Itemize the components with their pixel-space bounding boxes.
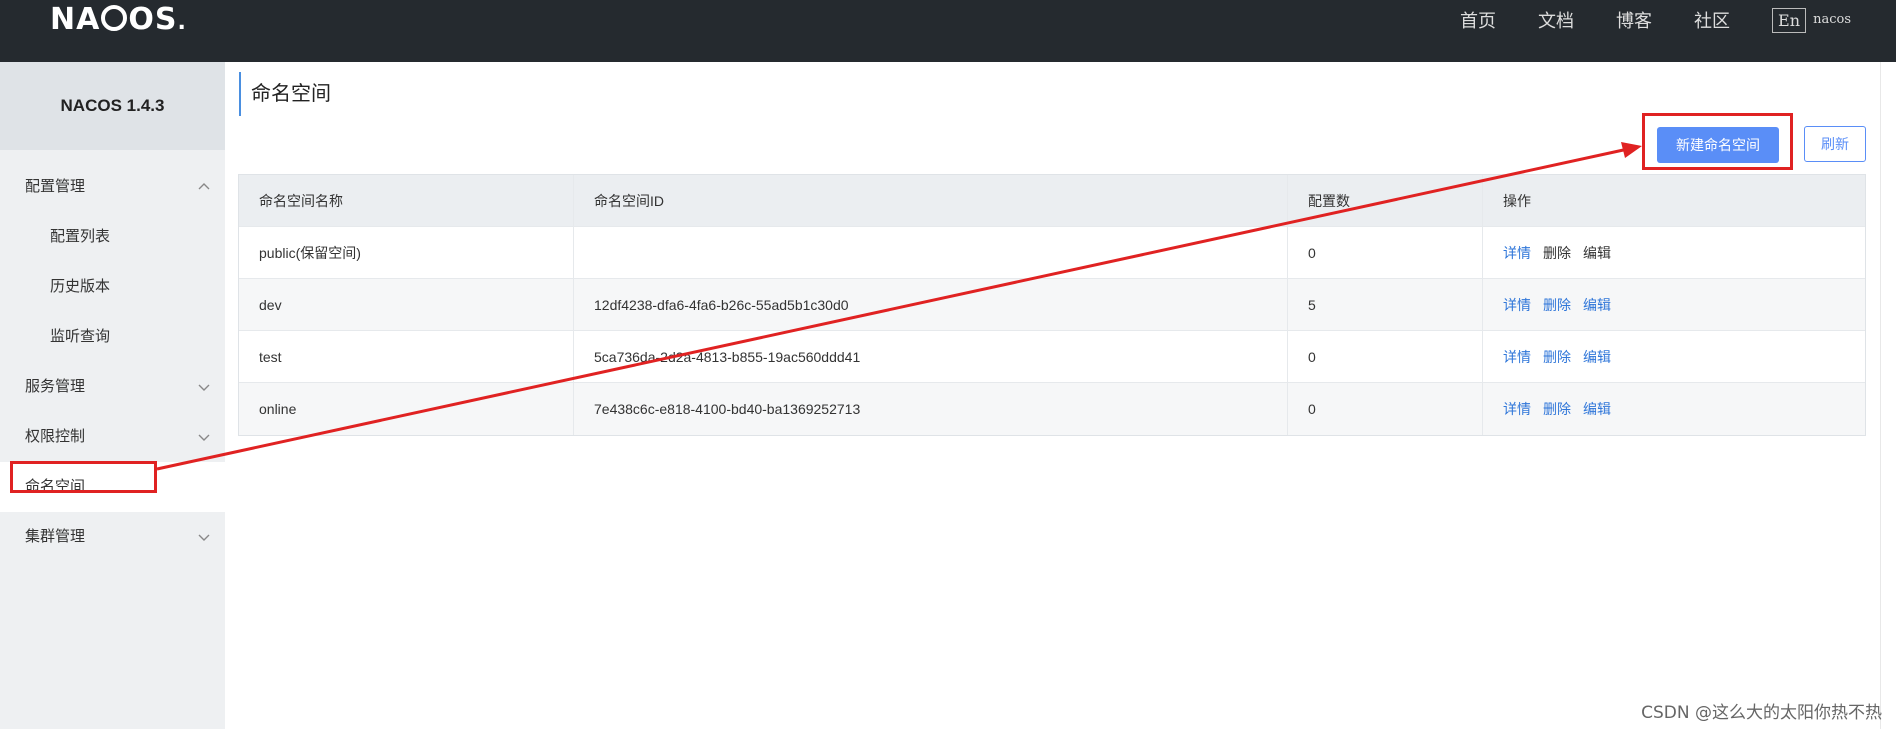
edit-link[interactable]: 编辑 bbox=[1583, 243, 1611, 263]
sidebar-item-config-management[interactable]: 配置管理 bbox=[0, 162, 225, 212]
language-toggle-button[interactable]: En bbox=[1772, 7, 1806, 33]
namespace-name: online bbox=[239, 383, 574, 435]
table-row: public(保留空间) 0 详情 删除 编辑 bbox=[239, 227, 1865, 279]
sidebar-item-label: 历史版本 bbox=[50, 278, 111, 295]
config-count: 0 bbox=[1288, 383, 1483, 435]
column-header-count: 配置数 bbox=[1288, 175, 1483, 226]
edit-link[interactable]: 编辑 bbox=[1583, 399, 1611, 419]
config-count: 0 bbox=[1288, 227, 1483, 278]
detail-link[interactable]: 详情 bbox=[1503, 295, 1531, 315]
chevron-down-icon bbox=[197, 512, 211, 562]
column-header-id: 命名空间ID bbox=[574, 175, 1288, 226]
chevron-down-icon bbox=[197, 362, 211, 412]
nav-blog-link[interactable]: 博客 bbox=[1616, 7, 1652, 33]
detail-link[interactable]: 详情 bbox=[1503, 243, 1531, 263]
sidebar: NACOS 1.4.3 配置管理 配置列表 历史版本 监听查询 服务管理 权限控… bbox=[0, 62, 225, 729]
detail-link[interactable]: 详情 bbox=[1503, 399, 1531, 419]
page-title: 命名空间 bbox=[239, 72, 331, 116]
table-row: dev 12df4238-dfa6-4fa6-b26c-55ad5b1c30d0… bbox=[239, 279, 1865, 331]
user-name[interactable]: nacos bbox=[1813, 12, 1851, 27]
nav-home-link[interactable]: 首页 bbox=[1460, 7, 1496, 33]
top-header: NA OS. 首页 文档 博客 社区 En nacos bbox=[0, 0, 1896, 62]
delete-link[interactable]: 删除 bbox=[1543, 399, 1571, 419]
namespace-name: test bbox=[239, 331, 574, 382]
sidebar-item-listener-query[interactable]: 监听查询 bbox=[0, 312, 225, 362]
sidebar-item-history-version[interactable]: 历史版本 bbox=[0, 262, 225, 312]
namespace-id: 7e438c6c-e818-4100-bd40-ba1369252713 bbox=[574, 383, 1288, 435]
version-label: NACOS 1.4.3 bbox=[0, 62, 225, 150]
annotation-box-namespace bbox=[10, 461, 157, 493]
nav-community-link[interactable]: 社区 bbox=[1694, 7, 1730, 33]
sidebar-item-cluster-management[interactable]: 集群管理 bbox=[0, 512, 225, 562]
chevron-up-icon bbox=[197, 162, 211, 212]
csdn-watermark: CSDN @这么大的太阳你热不热 bbox=[1641, 703, 1882, 723]
vertical-scrollbar[interactable] bbox=[1880, 62, 1896, 729]
top-nav: 首页 文档 博客 社区 En bbox=[1418, 0, 1806, 40]
nav-docs-link[interactable]: 文档 bbox=[1538, 7, 1574, 33]
refresh-button[interactable]: 刷新 bbox=[1804, 126, 1866, 162]
edit-link[interactable]: 编辑 bbox=[1583, 295, 1611, 315]
main-content: 命名空间 新建命名空间 刷新 命名空间名称 命名空间ID 配置数 操作 publ… bbox=[225, 62, 1880, 729]
row-actions: 详情 删除 编辑 bbox=[1483, 279, 1865, 330]
namespace-name: dev bbox=[239, 279, 574, 330]
sidebar-item-label: 集群管理 bbox=[25, 528, 86, 545]
sidebar-item-service-management[interactable]: 服务管理 bbox=[0, 362, 225, 412]
namespace-table: 命名空间名称 命名空间ID 配置数 操作 public(保留空间) 0 详情 删… bbox=[238, 174, 1866, 436]
sidebar-menu: 配置管理 配置列表 历史版本 监听查询 服务管理 权限控制 命名空间 集群管理 bbox=[0, 162, 225, 562]
edit-link[interactable]: 编辑 bbox=[1583, 347, 1611, 367]
delete-link[interactable]: 删除 bbox=[1543, 347, 1571, 367]
table-header-row: 命名空间名称 命名空间ID 配置数 操作 bbox=[239, 175, 1865, 227]
sidebar-item-access-control[interactable]: 权限控制 bbox=[0, 412, 225, 462]
sidebar-item-label: 服务管理 bbox=[25, 378, 86, 395]
row-actions: 详情 删除 编辑 bbox=[1483, 227, 1865, 278]
table-row: test 5ca736da-2d2a-4813-b855-19ac560ddd4… bbox=[239, 331, 1865, 383]
annotation-box-create-button bbox=[1642, 113, 1793, 170]
namespace-name: public(保留空间) bbox=[239, 227, 574, 278]
sidebar-item-label: 配置列表 bbox=[50, 228, 111, 245]
namespace-id: 5ca736da-2d2a-4813-b855-19ac560ddd41 bbox=[574, 331, 1288, 382]
delete-link[interactable]: 删除 bbox=[1543, 243, 1571, 263]
delete-link[interactable]: 删除 bbox=[1543, 295, 1571, 315]
table-row: online 7e438c6c-e818-4100-bd40-ba1369252… bbox=[239, 383, 1865, 435]
sidebar-item-label: 权限控制 bbox=[25, 428, 86, 445]
column-header-name: 命名空间名称 bbox=[239, 175, 574, 226]
row-actions: 详情 删除 编辑 bbox=[1483, 383, 1865, 435]
sidebar-item-label: 配置管理 bbox=[25, 178, 86, 195]
sidebar-item-label: 监听查询 bbox=[50, 328, 111, 345]
sidebar-item-config-list[interactable]: 配置列表 bbox=[0, 212, 225, 262]
namespace-id: 12df4238-dfa6-4fa6-b26c-55ad5b1c30d0 bbox=[574, 279, 1288, 330]
page: NA OS. 首页 文档 博客 社区 En nacos NACOS 1.4.3 配… bbox=[0, 0, 1896, 729]
row-actions: 详情 删除 编辑 bbox=[1483, 331, 1865, 382]
config-count: 5 bbox=[1288, 279, 1483, 330]
detail-link[interactable]: 详情 bbox=[1503, 347, 1531, 367]
column-header-actions: 操作 bbox=[1503, 192, 1531, 209]
chevron-down-icon bbox=[197, 412, 211, 462]
nacos-logo[interactable]: NA OS. bbox=[50, 2, 187, 37]
config-count: 0 bbox=[1288, 331, 1483, 382]
namespace-id bbox=[574, 227, 1288, 278]
